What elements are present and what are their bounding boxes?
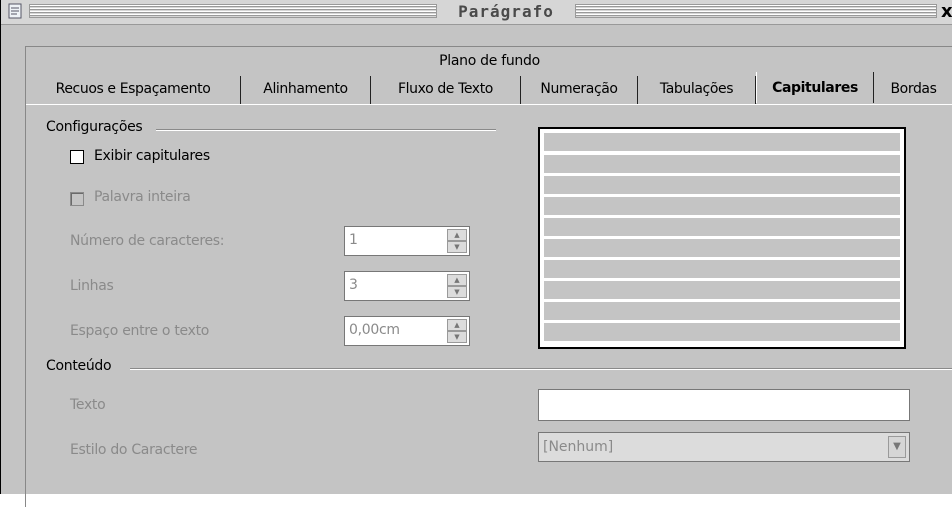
tab-tabs[interactable]: Tabulações — [638, 76, 756, 104]
lines-label: Linhas — [70, 278, 114, 294]
lines-value: 3 — [349, 277, 358, 293]
document-icon[interactable] — [7, 3, 23, 19]
whole-word-checkbox[interactable] — [70, 192, 84, 206]
num-chars-value: 1 — [349, 232, 358, 248]
text-input[interactable] — [538, 389, 910, 421]
tab-borders[interactable]: Bordas — [874, 76, 952, 104]
show-dropcaps-label[interactable]: Exibir capitulares — [94, 148, 210, 164]
num-chars-label: Número de caracteres: — [70, 233, 225, 249]
paragraph-dialog: Parágrafo x Plano de fundo Recuos e Espa… — [0, 0, 952, 507]
spin-up-icon[interactable]: ▲ — [447, 319, 467, 331]
window-title: Parágrafo — [441, 2, 571, 21]
close-icon[interactable]: x — [941, 1, 952, 22]
spin-up-icon[interactable]: ▲ — [447, 229, 467, 241]
num-chars-spinbox[interactable]: 1 ▲ ▼ — [344, 226, 470, 256]
spin-down-icon[interactable]: ▼ — [447, 331, 467, 343]
spacing-label: Espaço entre o texto — [70, 323, 210, 339]
tab-numbering[interactable]: Numeração — [521, 76, 638, 104]
spin-down-icon[interactable]: ▼ — [447, 241, 467, 253]
show-dropcaps-checkbox[interactable] — [70, 150, 84, 164]
char-style-select[interactable]: [Nenhum] ▼ — [538, 432, 910, 462]
text-label: Texto — [70, 397, 106, 413]
spacing-spinbox[interactable]: 0,00cm ▲ ▼ — [344, 316, 470, 346]
whole-word-label: Palavra inteira — [94, 189, 191, 205]
contents-group-label: Conteúdo — [46, 358, 112, 374]
char-style-value: [Nenhum] — [543, 439, 614, 455]
char-style-label: Estilo do Caractere — [70, 442, 198, 458]
chevron-down-icon[interactable]: ▼ — [888, 436, 906, 458]
tab-text-flow[interactable]: Fluxo de Texto — [371, 76, 521, 104]
dropcaps-preview — [538, 127, 906, 349]
settings-group-label: Configurações — [46, 119, 143, 135]
tab-alignment[interactable]: Alinhamento — [241, 76, 371, 104]
tab-background[interactable]: Plano de fundo — [26, 50, 952, 74]
title-bar[interactable]: Parágrafo x — [1, 0, 952, 25]
tab-indents-spacing[interactable]: Recuos e Espaçamento — [26, 76, 241, 104]
tab-drop-caps[interactable]: Capitulares — [756, 72, 874, 103]
spin-down-icon[interactable]: ▼ — [447, 286, 467, 298]
drop-caps-panel: Configurações Exibir capitulares Palavra… — [26, 105, 952, 495]
spacing-value: 0,00cm — [349, 322, 400, 338]
lines-spinbox[interactable]: 3 ▲ ▼ — [344, 271, 470, 301]
spin-up-icon[interactable]: ▲ — [447, 274, 467, 286]
